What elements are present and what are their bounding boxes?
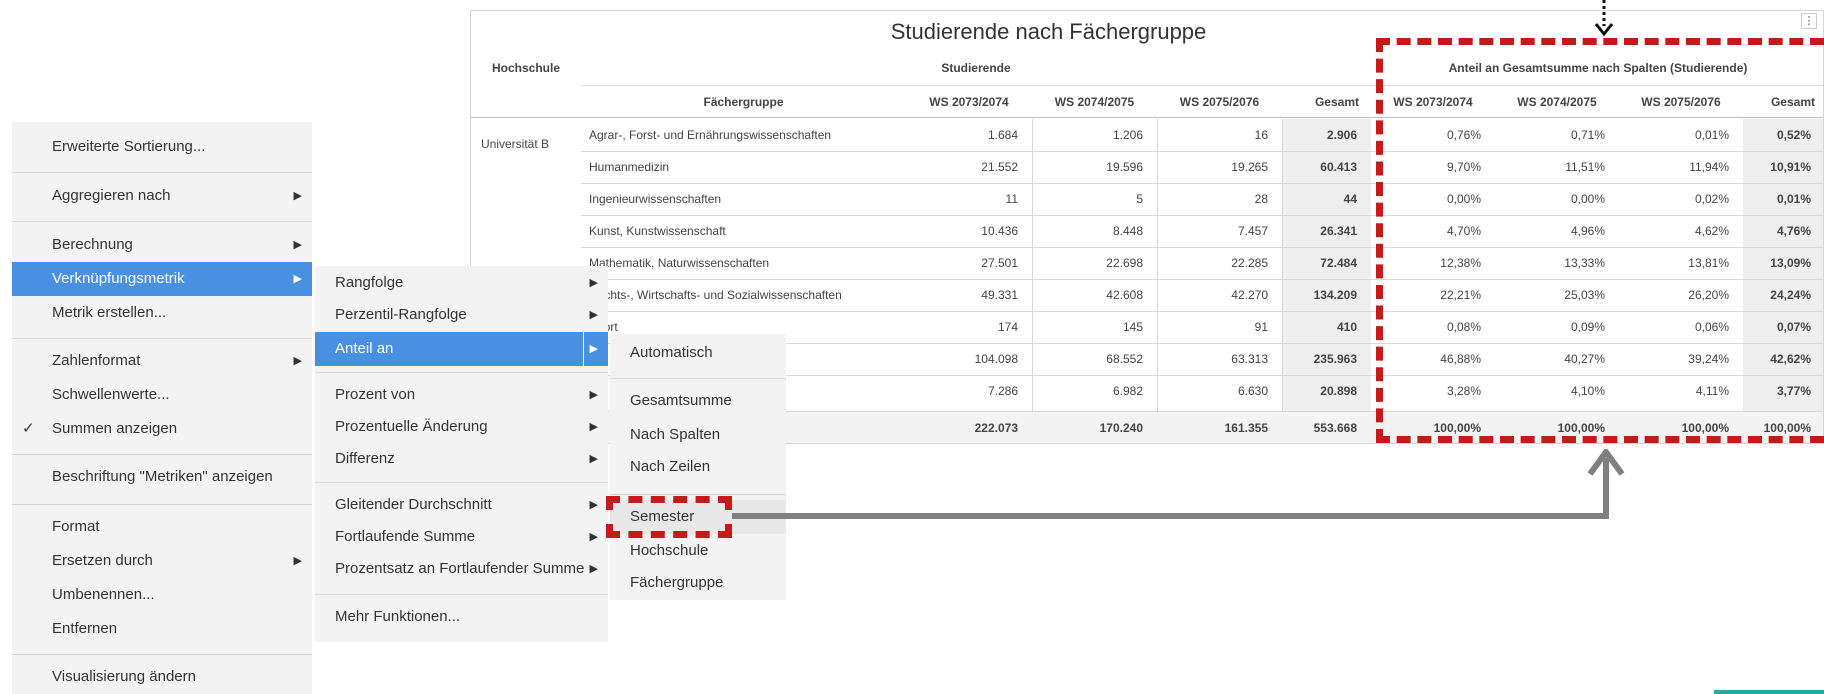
corner-fragment: [1714, 690, 1824, 694]
annotation-arrows: [732, 0, 1824, 694]
connector-arrow: [732, 458, 1609, 519]
